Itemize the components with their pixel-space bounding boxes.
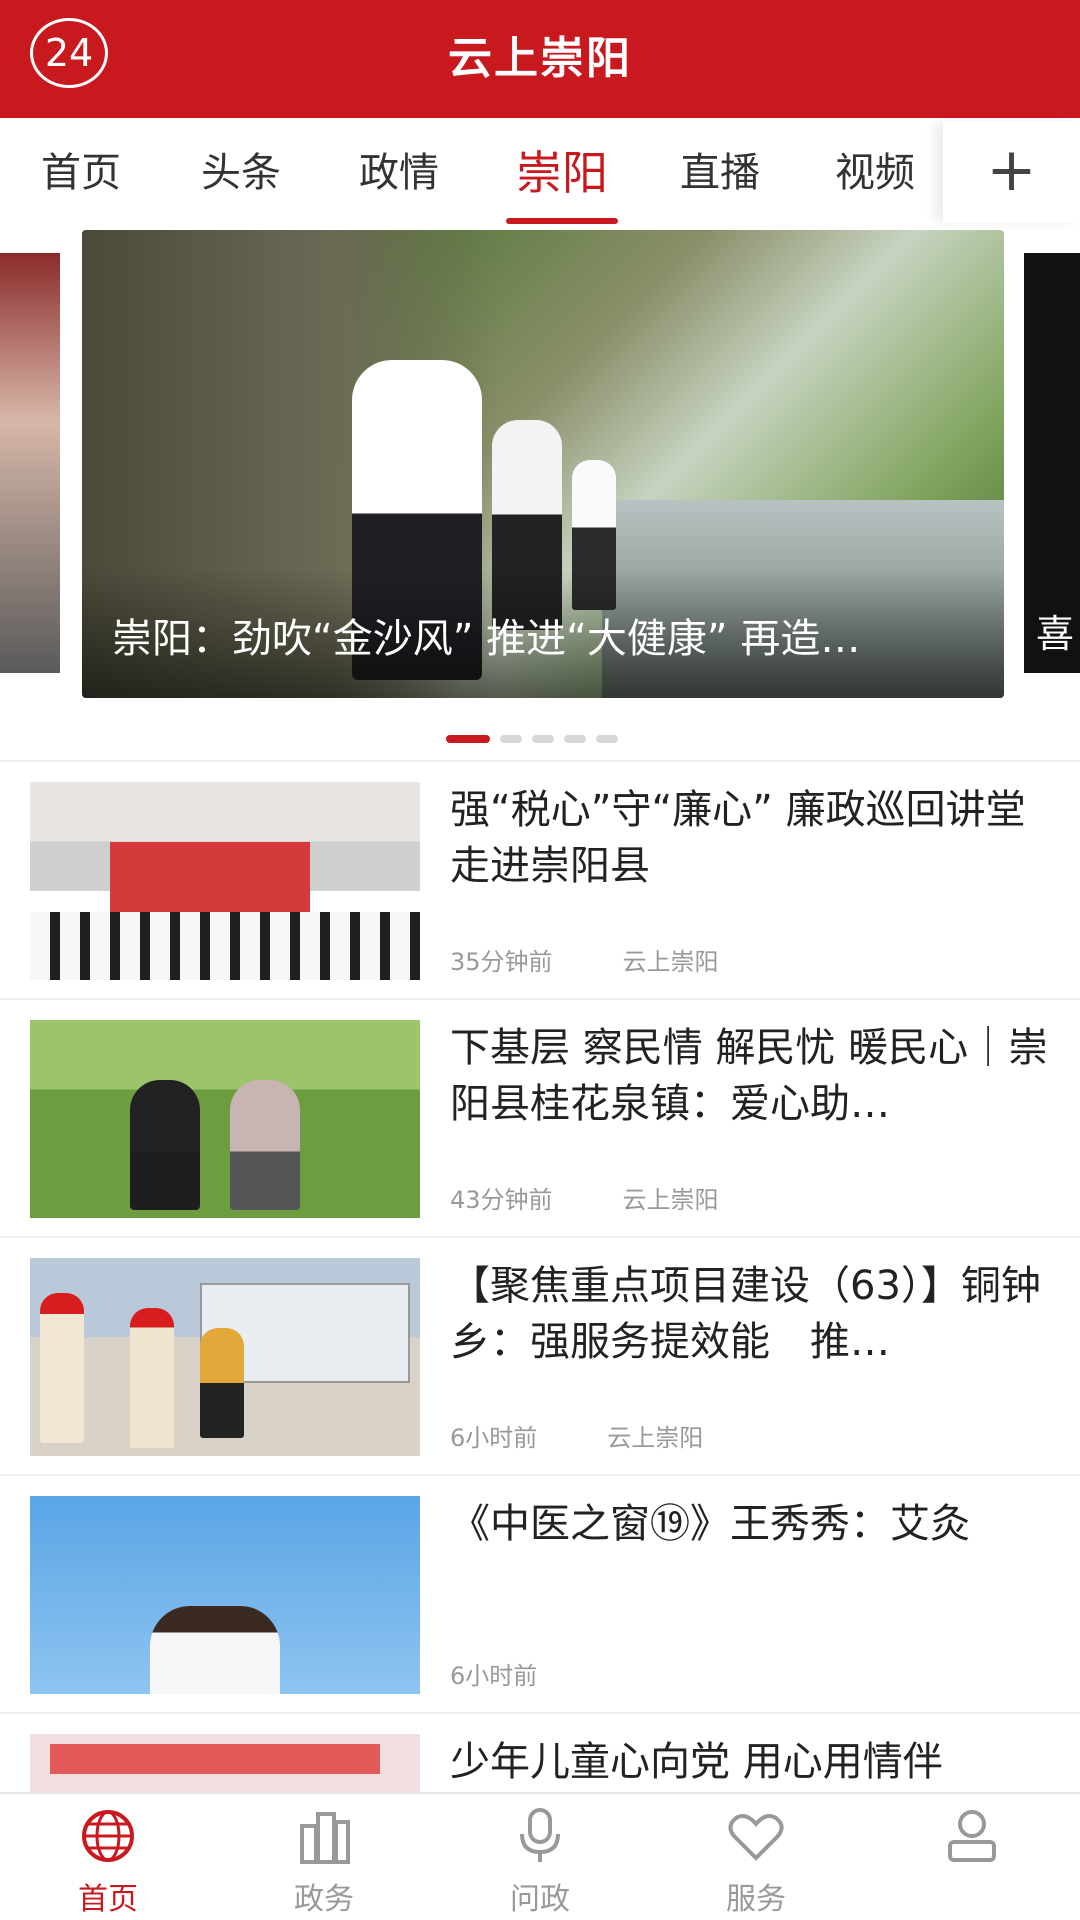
nav-label: 首页 [78, 1882, 138, 1917]
thumbnail-screen [110, 842, 310, 922]
news-item[interactable]: 强“税心”守“廉心” 廉政巡回讲堂走进崇阳县 35分钟前 云上崇阳 [0, 760, 1080, 998]
app-header: 24 云上崇阳 [0, 0, 1080, 118]
tab-video[interactable]: 视频 [810, 118, 940, 228]
pagination-dot[interactable] [532, 735, 554, 743]
news-meta: 6小时前 云上崇阳 [450, 1418, 703, 1453]
next-slide-peek-text: 喜 [1036, 612, 1075, 656]
thumbnail-banner [50, 1744, 380, 1774]
slide-caption: 崇阳：劲吹“金沙风” 推进“大健康” 再造… [112, 616, 861, 662]
user-icon [948, 1810, 996, 1862]
news-source: 云上崇阳 [622, 948, 719, 976]
news-time: 43分钟前 [450, 1186, 553, 1214]
globe-icon [82, 1810, 134, 1862]
thumbnail-host [150, 1606, 280, 1694]
thumbnail-audience [30, 912, 420, 980]
thumbnail-person [130, 1080, 200, 1210]
microphone-icon [520, 1808, 560, 1862]
nav-inquiry[interactable]: 问政 [432, 1794, 648, 1920]
thumbnail-worker [200, 1328, 244, 1438]
channel-tabs: 首页 头条 政情 崇阳 直播 视频 + [0, 118, 1080, 228]
nav-profile[interactable] [864, 1794, 1080, 1920]
nav-label: 服务 [726, 1882, 786, 1917]
news-title: 强“税心”守“廉心” 廉政巡回讲堂走进崇阳县 [450, 787, 1026, 889]
bottom-navigation: 首页 政务 问政 服务 [0, 1792, 1080, 1920]
news-time: 6小时前 [450, 1662, 538, 1690]
tab-home[interactable]: 首页 [16, 118, 146, 228]
news-thumbnail [30, 1258, 420, 1456]
news-title: 下基层 察民情 解民忧 暖民心｜崇阳县桂花泉镇：爱心助… [450, 1025, 1049, 1127]
nav-services[interactable]: 服务 [648, 1794, 864, 1920]
heart-icon [728, 1814, 784, 1861]
thumbnail-worker [130, 1308, 174, 1448]
thumbnail-person [230, 1080, 300, 1210]
news-item[interactable]: 《中医之窗⑲》王秀秀：艾灸 6小时前 [0, 1474, 1080, 1712]
news-meta: 6小时前 [450, 1656, 537, 1691]
tab-live[interactable]: 直播 [655, 118, 785, 228]
banner-slide[interactable]: 崇阳：劲吹“金沙风” 推进“大健康” 再造… [82, 230, 1004, 698]
news-source: 云上崇阳 [607, 1424, 704, 1452]
tab-politics[interactable]: 政情 [334, 118, 464, 228]
tab-chongyang[interactable]: 崇阳 [497, 118, 627, 228]
nav-home[interactable]: 首页 [0, 1794, 216, 1920]
news-thumbnail [30, 782, 420, 980]
news-title: 【聚焦重点项目建设（63）】铜钟乡：强服务提效能 推… [450, 1263, 1041, 1365]
news-title: 少年儿童心向党 用心用情伴 [450, 1739, 943, 1785]
nav-label: 政务 [294, 1882, 354, 1917]
news-meta: 35分钟前 云上崇阳 [450, 942, 719, 977]
news-source: 云上崇阳 [622, 1186, 719, 1214]
pagination-dot-active[interactable] [446, 735, 490, 743]
nav-government[interactable]: 政务 [216, 1794, 432, 1920]
news-thumbnail [30, 1496, 420, 1694]
pagination-dot[interactable] [564, 735, 586, 743]
news-item[interactable]: 【聚焦重点项目建设（63）】铜钟乡：强服务提效能 推… 6小时前 云上崇阳 [0, 1236, 1080, 1474]
carousel-pagination [446, 728, 628, 743]
app-title: 云上崇阳 [448, 33, 632, 84]
news-time: 6小时前 [450, 1424, 538, 1452]
previous-slide-peek[interactable] [0, 253, 60, 673]
nav-label: 问政 [510, 1882, 570, 1917]
buildings-icon [300, 1812, 350, 1864]
next-slide-peek[interactable]: 喜 [1024, 253, 1080, 673]
news-meta: 43分钟前 云上崇阳 [450, 1180, 719, 1215]
news-thumbnail [30, 1020, 420, 1218]
pagination-dot[interactable] [500, 735, 522, 743]
tab-headlines[interactable]: 头条 [176, 118, 306, 228]
add-channel-button[interactable]: + [943, 122, 1080, 222]
news-item[interactable]: 下基层 察民情 解民忧 暖民心｜崇阳县桂花泉镇：爱心助… 43分钟前 云上崇阳 [0, 998, 1080, 1236]
pagination-dot[interactable] [596, 735, 618, 743]
news-title: 《中医之窗⑲》王秀秀：艾灸 [450, 1501, 970, 1547]
thumbnail-worker [40, 1293, 84, 1443]
active-tab-indicator [506, 218, 618, 224]
news-time: 35分钟前 [450, 948, 553, 976]
banner-carousel: 崇阳：劲吹“金沙风” 推进“大健康” 再造… 喜 [0, 228, 1080, 748]
